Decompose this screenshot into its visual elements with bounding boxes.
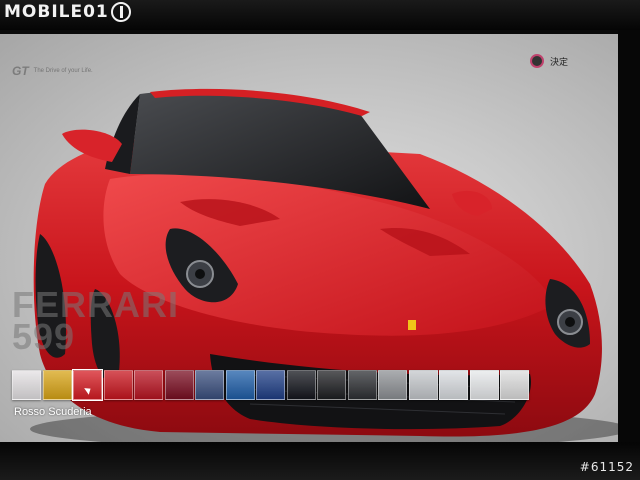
color-swatch[interactable] (347, 370, 377, 400)
confirm-button[interactable]: 決定 (530, 54, 568, 68)
confirm-label: 決定 (550, 56, 569, 67)
color-palette (12, 369, 529, 401)
color-swatch[interactable] (12, 370, 41, 400)
color-swatch[interactable] (103, 370, 133, 400)
color-swatch[interactable] (439, 370, 468, 400)
color-swatch[interactable] (408, 370, 438, 400)
color-swatch[interactable] (225, 370, 255, 400)
color-swatch[interactable] (286, 370, 316, 400)
color-swatch[interactable] (317, 370, 346, 400)
model-name-watermark: FERRARI 599 (12, 287, 179, 357)
gran-turismo-logo: GT The Drive of your Life. (12, 64, 93, 78)
color-swatch[interactable] (42, 370, 72, 400)
color-swatch[interactable] (195, 370, 224, 400)
watermark-text: MOBILE01 (4, 2, 109, 22)
color-swatch[interactable] (134, 370, 163, 400)
color-swatch[interactable] (164, 370, 194, 400)
photo-id-label: #61152 (579, 460, 634, 474)
color-swatch[interactable] (256, 370, 285, 400)
color-swatch[interactable] (378, 370, 407, 400)
mobile01-logo-icon (110, 2, 131, 22)
circle-button-icon (530, 54, 544, 68)
tv-bezel-right (618, 30, 640, 450)
model-name-line-2: 599 (12, 316, 76, 357)
tv-bezel-bottom (0, 442, 640, 480)
gt-logo-mark: GT (12, 64, 29, 78)
color-swatch[interactable] (500, 370, 529, 400)
color-swatch[interactable] (469, 370, 499, 400)
mobile01-watermark: MOBILE01 (4, 2, 131, 22)
gt-tagline: The Drive of your Life. (33, 68, 93, 74)
selected-color-name: Rosso Scuderia (14, 406, 92, 418)
game-screen: GT The Drive of your Life. 決定 FERRARI 59… (0, 34, 618, 444)
